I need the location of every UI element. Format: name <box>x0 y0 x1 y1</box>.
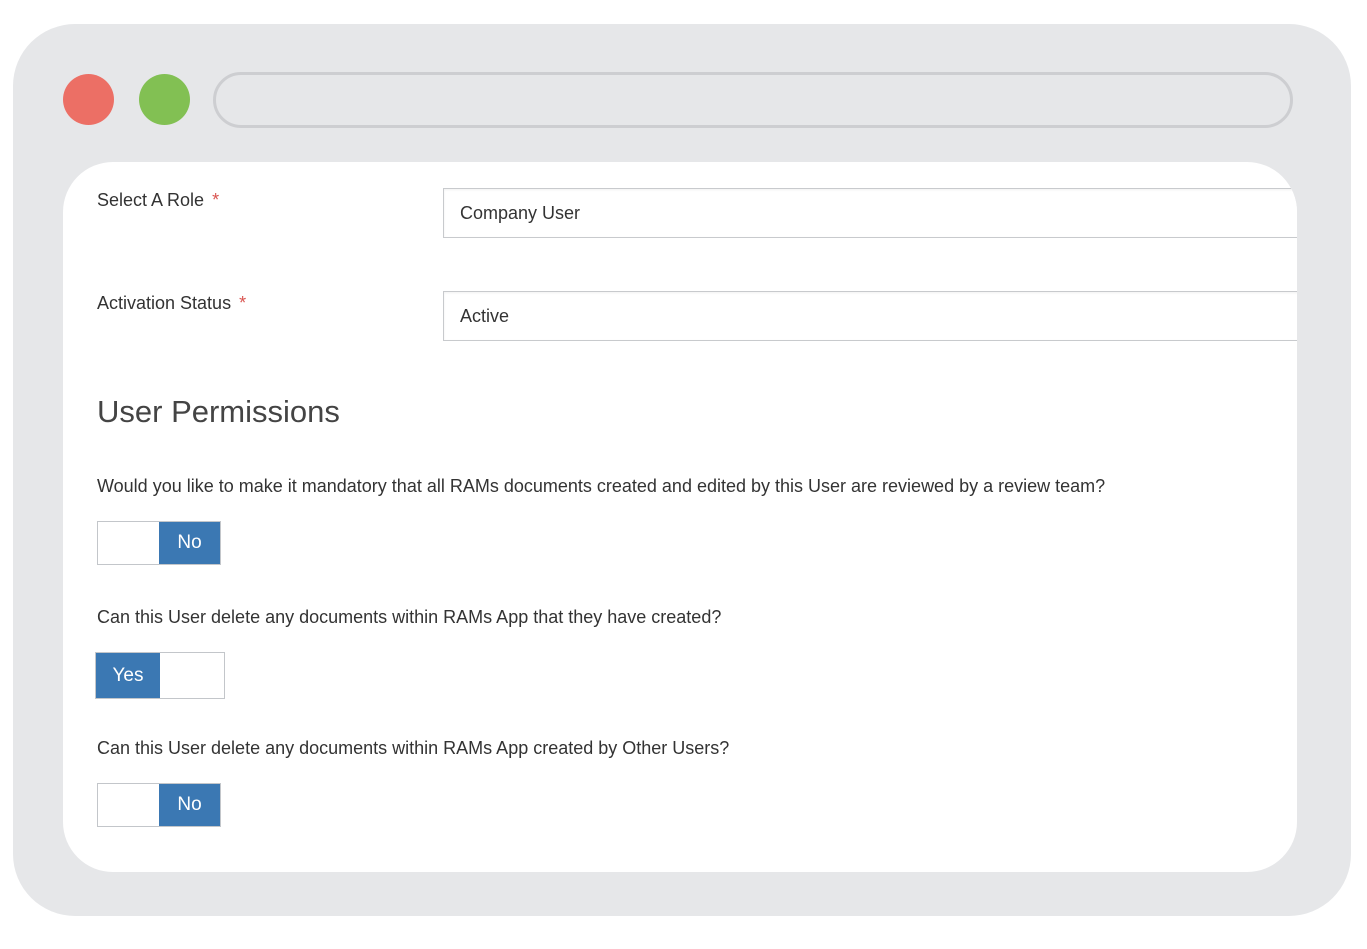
role-required-mark: * <box>212 190 220 210</box>
toggle-state-no: No <box>159 522 220 564</box>
review-mandatory-question: Would you like to make it mandatory that… <box>97 476 1106 496</box>
address-bar[interactable] <box>213 72 1293 128</box>
activation-status-label: Activation Status * <box>97 293 246 314</box>
toggle-state-no: No <box>159 784 220 826</box>
activation-status-select[interactable]: Active <box>443 291 1297 341</box>
activation-required-mark: * <box>239 293 247 313</box>
window-close-dot-icon[interactable] <box>63 74 114 125</box>
delete-others-documents-toggle[interactable]: No <box>97 783 221 827</box>
toggle-state-yes: Yes <box>96 653 160 698</box>
delete-own-documents-question: Can this User delete any documents withi… <box>97 607 722 627</box>
role-select[interactable]: Company User <box>443 188 1297 238</box>
browser-window: Select A Role * Company User Activation S… <box>13 24 1351 916</box>
window-maximize-dot-icon[interactable] <box>139 74 190 125</box>
toggle-handle <box>98 522 159 564</box>
role-label: Select A Role * <box>97 190 219 211</box>
role-label-text: Select A Role <box>97 190 205 210</box>
toggle-handle <box>98 784 159 826</box>
delete-own-documents-toggle[interactable]: Yes <box>95 652 225 699</box>
delete-others-documents-question: Can this User delete any documents withi… <box>97 738 730 758</box>
review-mandatory-toggle[interactable]: No <box>97 521 221 565</box>
user-form-panel: Select A Role * Company User Activation S… <box>63 162 1297 872</box>
user-permissions-title: User Permissions <box>97 394 340 429</box>
toggle-handle <box>160 653 224 698</box>
activation-status-label-text: Activation Status <box>97 293 232 313</box>
